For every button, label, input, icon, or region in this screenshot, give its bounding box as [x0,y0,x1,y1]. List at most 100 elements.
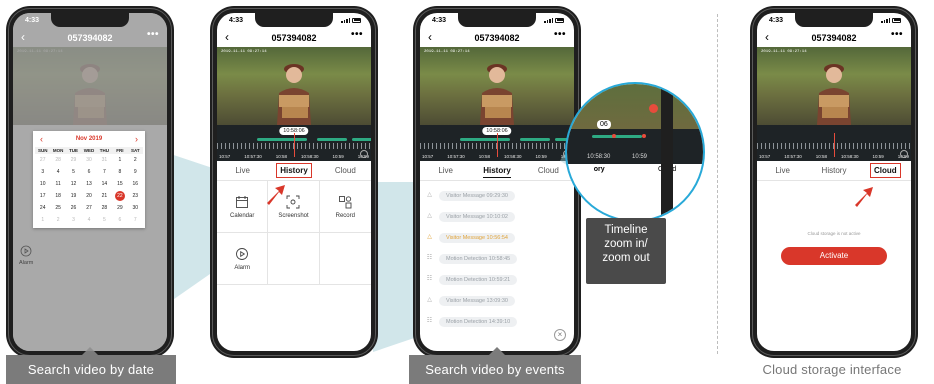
recording-segment [460,138,510,141]
zoom-icon[interactable] [360,150,368,158]
battery-icon [555,17,564,23]
close-icon[interactable]: × [554,329,566,341]
video-feed[interactable]: 2019-11-11 09:27:14 [217,47,371,125]
zoom-video [567,84,703,129]
calendar-day[interactable]: 1 [112,154,127,166]
calendar-day[interactable]: 27 [35,154,50,166]
event-item[interactable]: ☷ Motion Detection 10:59:21 [426,269,568,290]
record-dot-icon [649,104,658,113]
calendar-day[interactable]: 1 [35,214,50,226]
back-icon[interactable]: ‹ [21,30,25,44]
calendar-day[interactable]: 29 [66,154,81,166]
battery-icon [892,17,901,23]
back-icon[interactable]: ‹ [225,30,229,44]
calendar-day[interactable]: 2 [50,214,65,226]
calendar-day[interactable]: 20 [81,190,96,202]
tab-live[interactable]: Live [217,161,268,180]
alarm-button[interactable]: Alarm [217,233,269,285]
calendar-day[interactable]: 4 [50,166,65,178]
calendar-day[interactable]: 12 [66,178,81,190]
calendar-day[interactable]: 21 [97,190,112,202]
calendar-day[interactable]: 13 [81,178,96,190]
more-icon[interactable]: ••• [147,29,159,40]
calendar-day[interactable]: 2 [128,154,143,166]
calendar-day[interactable]: 14 [97,178,112,190]
calendar-day[interactable]: 15 [112,178,127,190]
next-month-icon[interactable]: › [135,134,138,144]
device-title: 057394082 [474,33,520,43]
history-menu-grid: Calendar Screenshot Record Alarm [217,181,371,285]
calendar-day[interactable]: 31 [97,154,112,166]
timeline-labels: 10:5710:57:3010:5810:58:3010:5910:59 [422,154,572,159]
weekday-label: TUE [69,148,79,153]
event-item[interactable]: △ Visitor Message 09:29:30 [426,185,568,206]
calendar-day[interactable]: 28 [50,154,65,166]
more-icon[interactable]: ••• [351,29,363,40]
activate-button[interactable]: Activate [781,247,887,265]
record-button[interactable]: Record [319,181,371,233]
calendar-button[interactable]: Calendar [217,181,269,233]
playback-timeline[interactable]: 10:57 10:57:30 10:58 10:58:30 10:59 10:59 [757,125,911,161]
calendar-day[interactable]: 5 [66,166,81,178]
calendar-icon [236,195,249,208]
event-item[interactable]: △ Visitor Message 13:09:30 [426,290,568,311]
calendar-day[interactable]: 5 [97,214,112,226]
recording-segment [257,138,307,141]
tab-history[interactable]: History [268,161,319,180]
calendar-day[interactable]: 3 [66,214,81,226]
tab-live[interactable]: Live [757,161,808,180]
calendar-day[interactable]: 7 [128,214,143,226]
event-item[interactable]: △ Visitor Message 10:56:54 [426,227,568,248]
more-icon[interactable]: ••• [554,29,566,40]
calendar-day[interactable]: 8 [112,166,127,178]
calendar-day[interactable]: 6 [81,166,96,178]
calendar-day[interactable]: 17 [35,190,50,202]
zoom-icon[interactable] [900,150,908,158]
weekday-label: FRI [116,148,124,153]
calendar-day[interactable]: 11 [50,178,65,190]
calendar-day[interactable]: 27 [81,202,96,214]
tab-cloud[interactable]: Cloud [320,161,371,180]
motion-icon: ☷ [426,318,433,324]
caption-pointer [489,347,505,355]
motion-icon: ☷ [426,276,433,282]
calendar-day[interactable]: 28 [97,202,112,214]
calendar-day[interactable]: 3 [35,166,50,178]
calendar-day[interactable]: 23 [128,190,143,202]
tab-cloud[interactable]: Cloud [860,161,911,180]
more-icon[interactable]: ••• [891,29,903,40]
calendar-day[interactable]: 25 [50,202,65,214]
calendar-day[interactable]: 19 [66,190,81,202]
event-item[interactable]: ☷ Motion Detection 14:39:10 [426,311,568,332]
event-item[interactable]: ☷ Motion Detection 10:58:45 [426,248,568,269]
event-label: Visitor Message 10:10:02 [439,211,515,222]
calendar-day[interactable]: 26 [66,202,81,214]
prev-month-icon[interactable]: ‹ [40,134,43,144]
calendar-day[interactable]: 22 [114,191,125,201]
calendar-day[interactable]: 30 [81,154,96,166]
calendar-day[interactable]: 9 [128,166,143,178]
back-icon[interactable]: ‹ [765,30,769,44]
back-icon[interactable]: ‹ [428,30,432,44]
playback-timeline[interactable]: 10:58:06 10:57 10:57:30 10:58 10:58:30 10:59… [420,125,574,161]
weekday-label: SAT [130,148,140,153]
calendar-day[interactable]: 7 [97,166,112,178]
calendar-day[interactable]: 24 [35,202,50,214]
playback-timeline[interactable]: 10:58:06 10:57 10:57:30 10:58 10:58:30 10:59… [217,125,371,161]
tab-live[interactable]: Live [420,161,471,180]
tab-history[interactable]: History [471,161,522,180]
event-label: Visitor Message 09:29:30 [439,190,515,201]
tab-history[interactable]: History [808,161,859,180]
calendar-day[interactable]: 4 [81,214,96,226]
calendar-day[interactable]: 10 [35,178,50,190]
event-item[interactable]: △ Visitor Message 10:10:02 [426,206,568,227]
mode-tabs: Live History Cloud [420,161,574,181]
video-feed[interactable]: 2019-11-11 09:27:14 [420,47,574,125]
video-feed[interactable]: 2019-11-11 09:27:14 [757,47,911,125]
alarm-cell[interactable]: Alarm [19,245,33,266]
calendar-day[interactable]: 30 [128,202,143,214]
calendar-day[interactable]: 29 [112,202,127,214]
calendar-day[interactable]: 16 [128,178,143,190]
calendar-day[interactable]: 18 [50,190,65,202]
calendar-day[interactable]: 6 [112,214,127,226]
